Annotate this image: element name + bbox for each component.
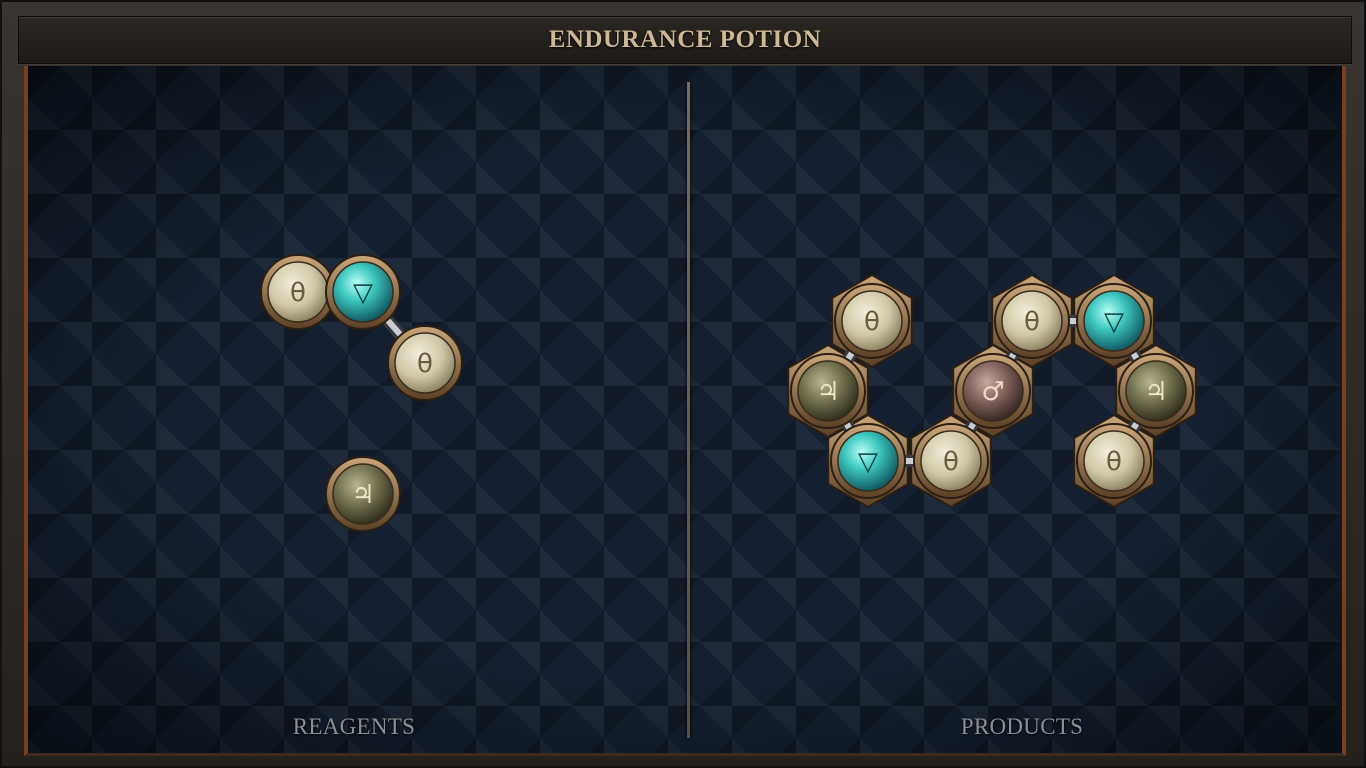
water-symbol-icon: ▽ <box>858 447 878 477</box>
products-label: PRODUCTS <box>960 714 1084 739</box>
reagent-molecules: θ ▽ θ ♃ <box>260 254 463 532</box>
water-atom[interactable]: ▽ <box>325 254 401 330</box>
salt-atom[interactable]: θ <box>387 325 463 401</box>
iron-symbol-icon: ♂ <box>981 377 1004 407</box>
salt-symbol-icon: θ <box>864 307 880 337</box>
salt-atom[interactable]: θ <box>260 254 336 330</box>
earth-symbol-icon: ♃ <box>816 377 839 407</box>
water-symbol-icon: ▽ <box>353 278 373 308</box>
title-bar: ENDURANCE POTION <box>18 16 1352 64</box>
salt-atom[interactable]: θ <box>913 423 989 499</box>
salt-symbol-icon: θ <box>943 447 959 477</box>
salt-atom[interactable]: θ <box>834 283 910 359</box>
water-atom[interactable]: ▽ <box>1076 283 1152 359</box>
window-frame: ENDURANCE POTION θ ▽ θ ♃ θ ♃ ▽ θ ♂ θ ▽ ♃… <box>0 0 1366 768</box>
salt-symbol-icon: θ <box>1024 307 1040 337</box>
salt-symbol-icon: θ <box>290 278 306 308</box>
reagents-label: REAGENTS <box>292 714 416 739</box>
water-symbol-icon: ▽ <box>1104 307 1124 337</box>
recipe-board: θ ▽ θ ♃ θ ♃ ▽ θ ♂ θ ▽ ♃ θ REAGENTS PRODUCTS <box>24 66 1346 756</box>
recipe-title: ENDURANCE POTION <box>548 26 822 53</box>
salt-symbol-icon: θ <box>417 349 433 379</box>
iron-atom[interactable]: ♂ <box>955 353 1031 429</box>
molecule-canvas: θ ▽ θ ♃ θ ♃ ▽ θ ♂ θ ▽ ♃ θ <box>260 254 1197 532</box>
earth-atom[interactable]: ♃ <box>325 456 401 532</box>
salt-atom[interactable]: θ <box>1076 423 1152 499</box>
product-molecules: θ ♃ ▽ θ ♂ θ ▽ ♃ θ <box>787 273 1197 509</box>
earth-symbol-icon: ♃ <box>351 480 374 510</box>
earth-symbol-icon: ♃ <box>1144 377 1167 407</box>
salt-atom[interactable]: θ <box>994 283 1070 359</box>
salt-symbol-icon: θ <box>1106 447 1122 477</box>
earth-atom[interactable]: ♃ <box>1118 353 1194 429</box>
water-atom[interactable]: ▽ <box>830 423 906 499</box>
earth-atom[interactable]: ♃ <box>790 353 866 429</box>
